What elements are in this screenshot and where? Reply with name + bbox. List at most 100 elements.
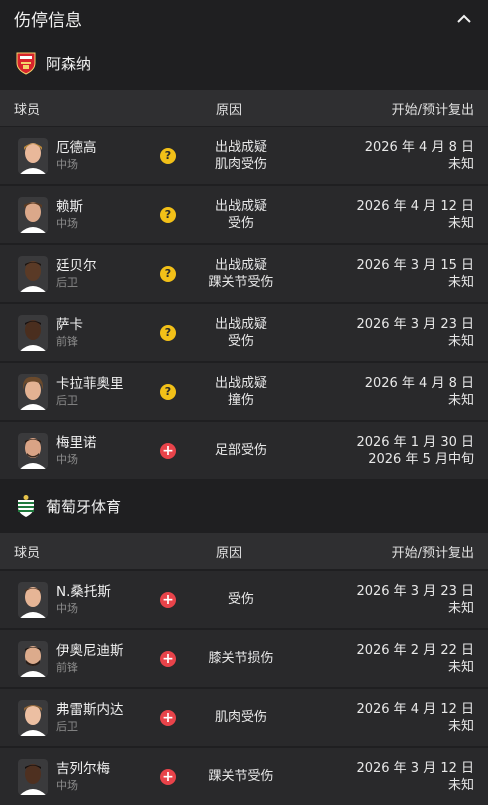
page-title: 伤停信息: [14, 10, 82, 31]
player-position: 中场: [56, 601, 78, 615]
team-name: 阿森纳: [46, 54, 92, 73]
injury-reason: 踝关节受伤: [208, 769, 274, 784]
injury-dates: 2026 年 4 月 12 日 未知: [334, 701, 474, 735]
start-date: 2026 年 4 月 8 日: [364, 375, 474, 391]
col-dates: 开始/预计复出: [391, 102, 474, 118]
table-row[interactable]: 伊奥尼迪斯 前锋 + 膝关节损伤 2026 年 2 月 22 日 未知: [0, 630, 488, 687]
avatar: [18, 432, 48, 469]
player-name: 萨卡: [56, 316, 83, 333]
start-date: 2026 年 1 月 30 日: [356, 434, 474, 450]
avatar: [18, 758, 48, 795]
return-date: 未知: [447, 333, 474, 349]
start-date: 2026 年 2 月 22 日: [356, 642, 474, 658]
team-name: 葡萄牙体育: [46, 497, 122, 516]
table-row[interactable]: 吉列尔梅 中场 + 踝关节受伤 2026 年 3 月 12 日 未知: [0, 748, 488, 805]
sporting-crest-icon: [14, 494, 38, 518]
player-list-sporting: N.桑托斯 中场 + 受伤 2026 年 3 月 23 日 未知 伊奥尼迪斯 前…: [0, 571, 488, 805]
question-icon: ?: [160, 206, 176, 223]
player-name: 厄德高: [56, 139, 97, 156]
injury-dates: 2026 年 4 月 8 日 未知: [334, 375, 474, 409]
avatar: [18, 640, 48, 677]
return-date: 2026 年 5 月中旬: [368, 451, 474, 467]
injury-reason: 受伤: [227, 592, 254, 607]
start-date: 2026 年 3 月 12 日: [356, 760, 474, 776]
table-row[interactable]: 赖斯 中场 ? 出战成疑 受伤 2026 年 4 月 12 日 未知: [0, 186, 488, 243]
avatar: [18, 196, 48, 233]
table-header: 球员 原因 开始/预计复出: [0, 533, 488, 569]
table-row[interactable]: 卡拉菲奥里 后卫 ? 出战成疑 撞伤 2026 年 4 月 8 日 未知: [0, 363, 488, 420]
col-reason: 原因: [215, 545, 242, 561]
question-icon: ?: [160, 324, 176, 341]
table-row[interactable]: 厄德高 中场 ? 出战成疑 肌肉受伤 2026 年 4 月 8 日 未知: [0, 127, 488, 184]
medical-cross-icon: +: [160, 768, 176, 785]
team-header-sporting: 葡萄牙体育: [0, 479, 488, 533]
injury-reason: 足部受伤: [214, 443, 267, 458]
medical-cross-icon: +: [160, 709, 176, 726]
return-date: 未知: [447, 777, 474, 793]
player-name: 卡拉菲奥里: [56, 375, 124, 392]
player-position: 后卫: [56, 719, 78, 733]
medical-cross-icon: +: [160, 442, 176, 459]
start-date: 2026 年 3 月 15 日: [356, 257, 474, 273]
injury-dates: 2026 年 3 月 12 日 未知: [334, 760, 474, 794]
injury-reason: 出战成疑 肌肉受伤: [214, 139, 267, 172]
avatar: [18, 137, 48, 174]
col-reason: 原因: [215, 102, 242, 118]
player-position: 前锋: [56, 660, 78, 674]
table-row[interactable]: 梅里诺 中场 + 足部受伤 2026 年 1 月 30 日 2026 年 5 月…: [0, 422, 488, 479]
chevron-up-icon[interactable]: [454, 8, 474, 28]
player-name: 赖斯: [56, 198, 83, 215]
injury-reason: 膝关节损伤: [208, 651, 274, 666]
col-dates: 开始/预计复出: [391, 545, 474, 561]
injury-reason: 出战成疑 踝关节受伤: [208, 257, 274, 290]
team-header-arsenal: 阿森纳: [0, 36, 488, 90]
player-name: 廷贝尔: [56, 257, 97, 274]
injury-dates: 2026 年 3 月 15 日 未知: [334, 257, 474, 291]
injury-dates: 2026 年 4 月 12 日 未知: [334, 198, 474, 232]
start-date: 2026 年 3 月 23 日: [356, 316, 474, 332]
return-date: 未知: [447, 392, 474, 408]
table-row[interactable]: 萨卡 前锋 ? 出战成疑 受伤 2026 年 3 月 23 日 未知: [0, 304, 488, 361]
player-name: 弗雷斯内达: [56, 701, 124, 718]
player-position: 后卫: [56, 275, 78, 289]
return-date: 未知: [447, 659, 474, 675]
injury-reason: 出战成疑 受伤: [214, 316, 267, 349]
table-row[interactable]: 弗雷斯内达 后卫 + 肌肉受伤 2026 年 4 月 12 日 未知: [0, 689, 488, 746]
player-position: 中场: [56, 216, 78, 230]
return-date: 未知: [447, 274, 474, 290]
injury-dates: 2026 年 4 月 8 日 未知: [334, 139, 474, 173]
question-icon: ?: [160, 265, 176, 282]
injury-dates: 2026 年 3 月 23 日 未知: [334, 316, 474, 350]
return-date: 未知: [447, 718, 474, 734]
start-date: 2026 年 4 月 12 日: [356, 198, 474, 214]
player-name: 吉列尔梅: [56, 760, 110, 777]
avatar: [18, 255, 48, 292]
injury-header: 伤停信息: [0, 0, 488, 36]
player-position: 中场: [56, 157, 78, 171]
table-header: 球员 原因 开始/预计复出: [0, 90, 488, 126]
player-position: 后卫: [56, 393, 78, 407]
medical-cross-icon: +: [160, 591, 176, 608]
col-player: 球员: [14, 102, 41, 118]
avatar: [18, 581, 48, 618]
col-player: 球员: [14, 545, 41, 561]
question-icon: ?: [160, 383, 176, 400]
arsenal-crest-icon: [14, 51, 38, 75]
injury-dates: 2026 年 2 月 22 日 未知: [334, 642, 474, 676]
player-name: N.桑托斯: [56, 583, 111, 600]
start-date: 2026 年 4 月 12 日: [356, 701, 474, 717]
start-date: 2026 年 3 月 23 日: [356, 583, 474, 599]
injury-reason: 肌肉受伤: [214, 710, 267, 725]
player-name: 梅里诺: [56, 434, 97, 451]
injury-reason: 出战成疑 受伤: [214, 198, 267, 231]
player-position: 中场: [56, 452, 78, 466]
avatar: [18, 314, 48, 351]
medical-cross-icon: +: [160, 650, 176, 667]
avatar: [18, 373, 48, 410]
return-date: 未知: [447, 215, 474, 231]
player-list-arsenal: 厄德高 中场 ? 出战成疑 肌肉受伤 2026 年 4 月 8 日 未知 赖斯 …: [0, 127, 488, 479]
player-position: 前锋: [56, 334, 78, 348]
return-date: 未知: [447, 156, 474, 172]
table-row[interactable]: 廷贝尔 后卫 ? 出战成疑 踝关节受伤 2026 年 3 月 15 日 未知: [0, 245, 488, 302]
table-row[interactable]: N.桑托斯 中场 + 受伤 2026 年 3 月 23 日 未知: [0, 571, 488, 628]
